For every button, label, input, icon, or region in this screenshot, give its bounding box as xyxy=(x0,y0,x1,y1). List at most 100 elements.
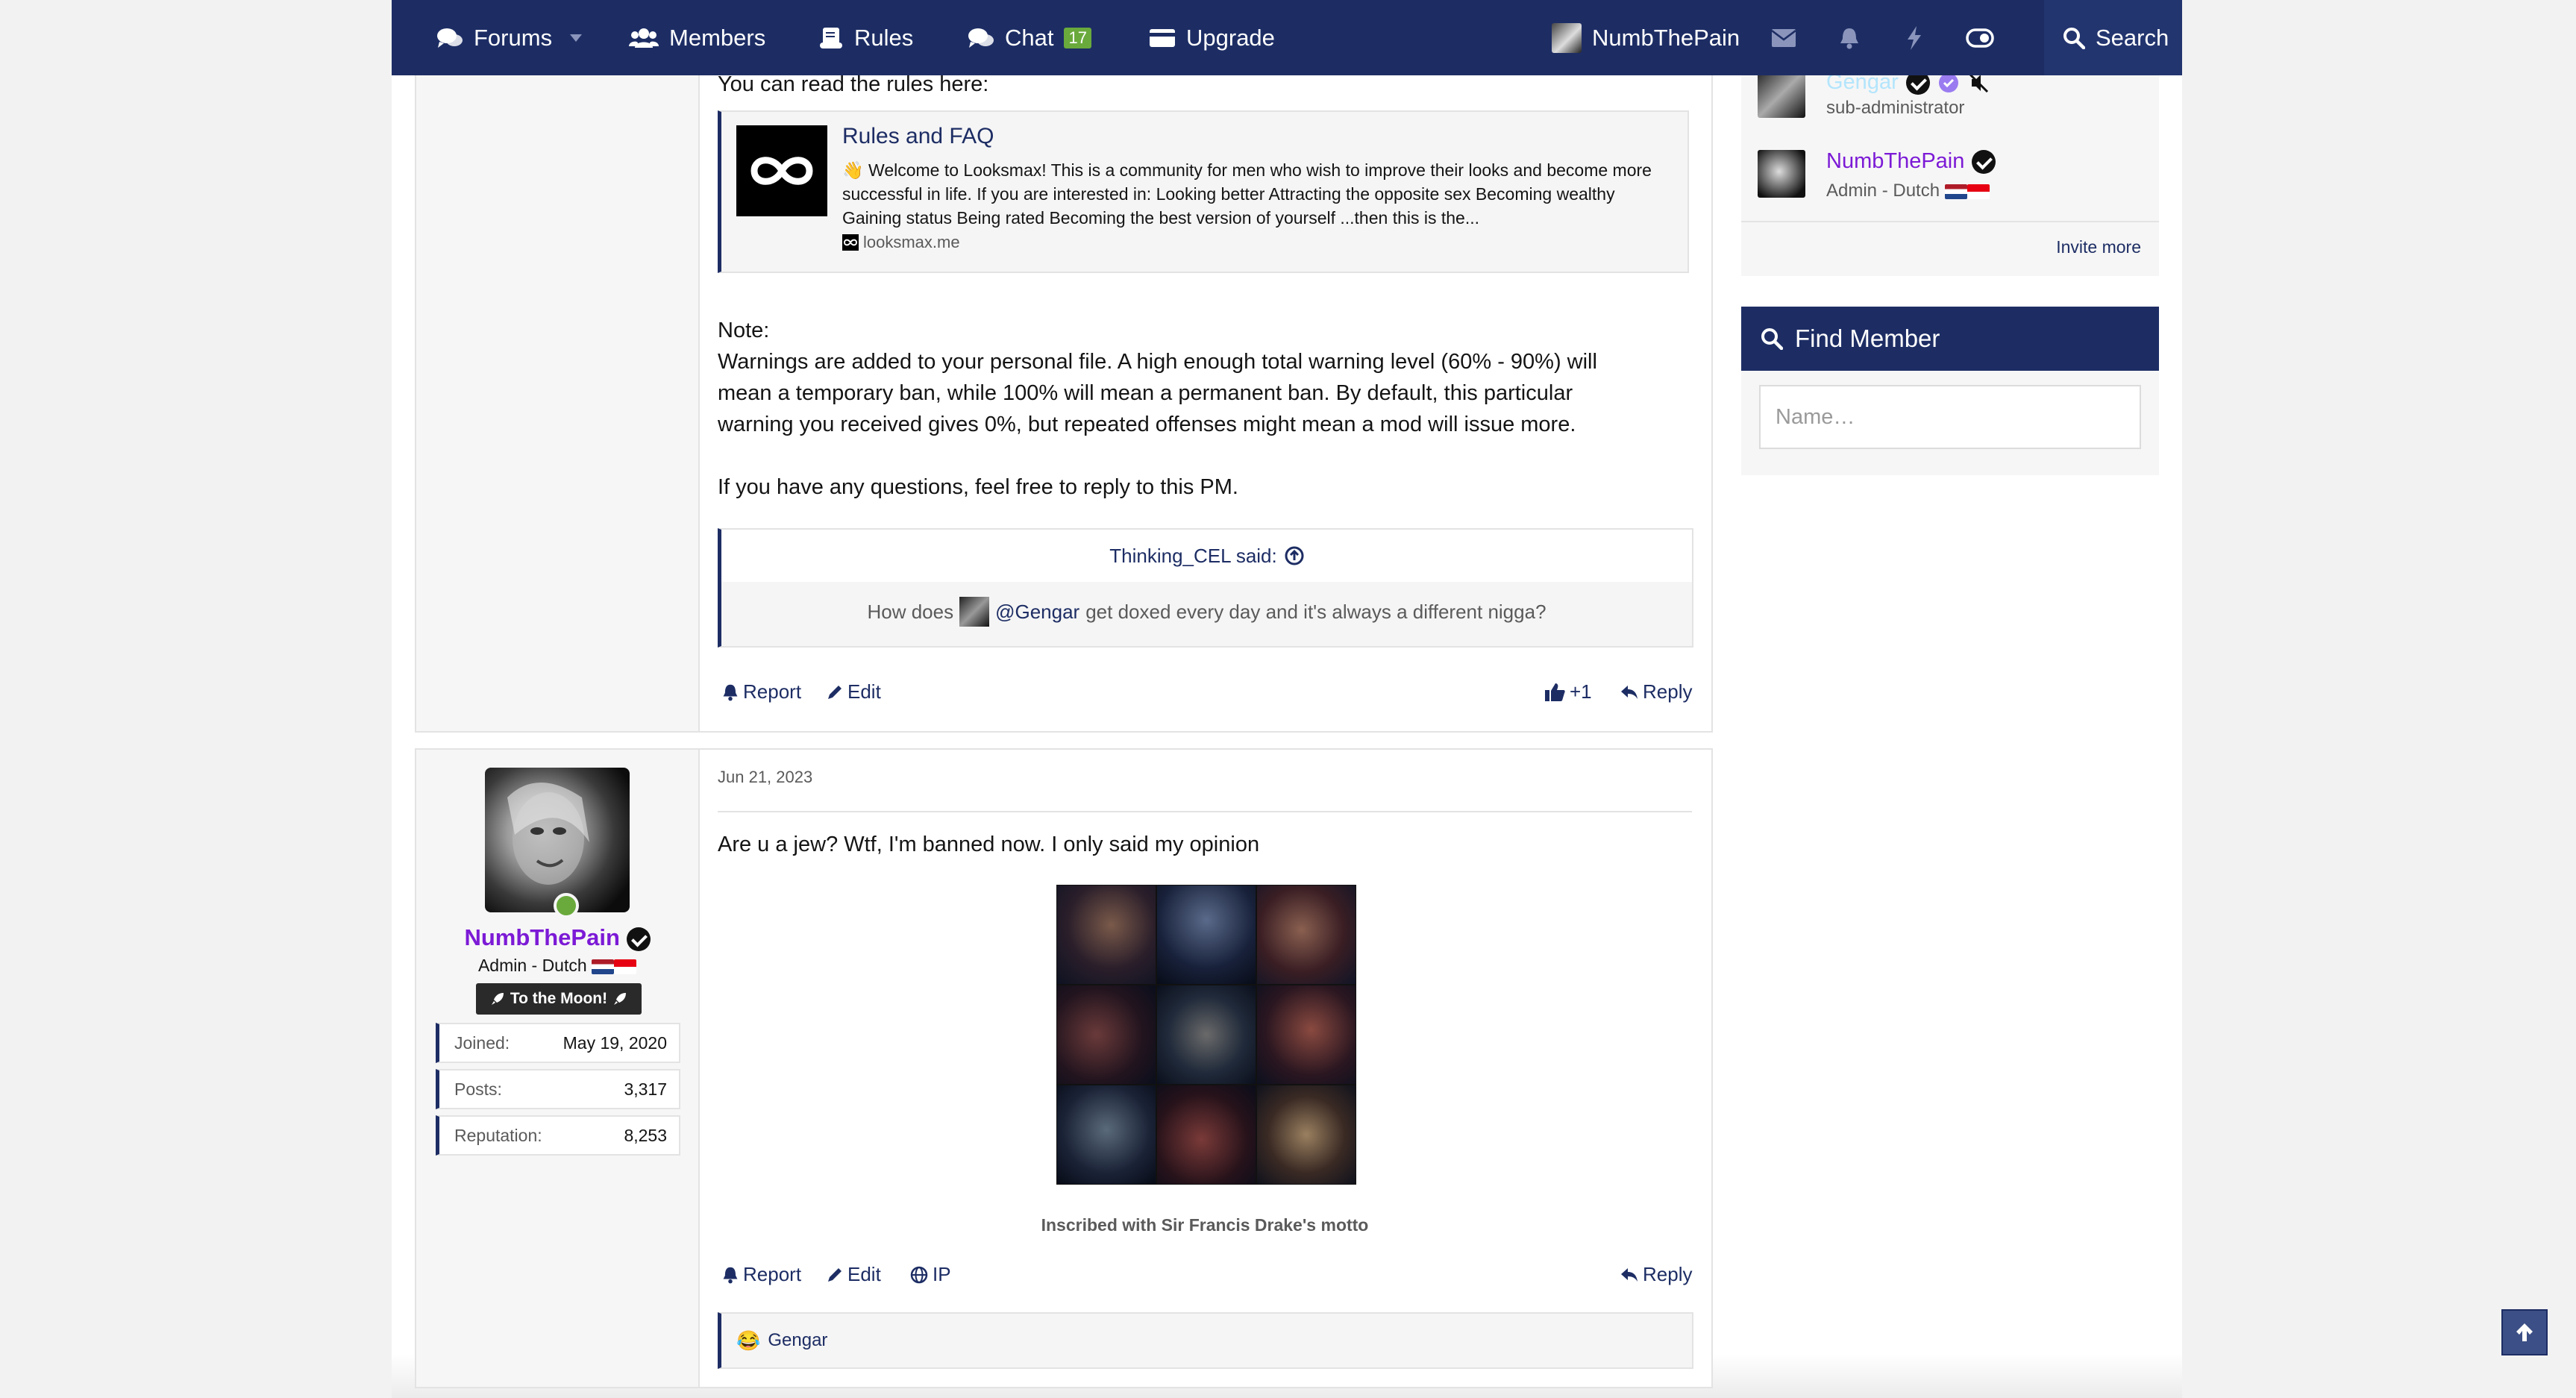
search-icon xyxy=(1761,328,1783,350)
arrow-up-circle-icon xyxy=(1285,546,1304,565)
post-1: You can read the rules here: Rules and F… xyxy=(415,45,1713,733)
dutch-flag-icon xyxy=(592,959,615,974)
nav-forums[interactable]: Forums xyxy=(436,0,552,75)
sidebar-staff-online: Gengar sub-administrator NumbThePain Adm… xyxy=(1741,63,2159,276)
staff-numbthepain-row: NumbThePain xyxy=(1826,149,1996,174)
rocket-icon xyxy=(614,993,627,1005)
edit-label: Edit xyxy=(847,680,881,703)
rocket-icon xyxy=(491,993,504,1005)
stat-posts-label: Posts: xyxy=(454,1079,502,1099)
nav-inbox[interactable] xyxy=(1772,0,1796,75)
nav-members-label: Members xyxy=(669,24,766,51)
reaction-user[interactable]: Gengar xyxy=(768,1330,827,1351)
pencil-icon xyxy=(828,685,842,699)
collage-tile xyxy=(1056,885,1156,985)
collage-tile xyxy=(1256,985,1356,1085)
stat-joined-value: May 19, 2020 xyxy=(562,1032,667,1053)
post-date[interactable]: Jun 21, 2023 xyxy=(718,768,812,787)
nav-members[interactable]: Members xyxy=(629,0,765,75)
stat-joined: Joined: May 19, 2020 xyxy=(436,1023,680,1063)
rules-embed[interactable]: Rules and FAQ 👋 Welcome to Looksmax! Thi… xyxy=(718,110,1689,273)
embed-description: 👋 Welcome to Looksmax! This is a communi… xyxy=(842,158,1678,230)
nav-alerts[interactable] xyxy=(1839,0,1860,75)
nav-toggle-style[interactable] xyxy=(1966,0,1994,75)
collage-tile xyxy=(1056,1085,1156,1185)
looksmax-logo-icon xyxy=(736,125,827,216)
nav-rules-label: Rules xyxy=(854,24,914,51)
note-line-2: mean a temporary ban, while 100% will me… xyxy=(718,381,1573,405)
post-2-ip-button[interactable]: IP xyxy=(910,1263,951,1286)
search-icon xyxy=(2063,27,2085,49)
collage-image[interactable] xyxy=(1056,885,1356,1185)
nav-chat-label: Chat xyxy=(1005,24,1054,51)
stat-posts-value: 3,317 xyxy=(624,1079,667,1099)
staff-avatar-gengar[interactable] xyxy=(1758,70,1805,118)
nav-search[interactable]: Search xyxy=(2044,0,2182,75)
bell-icon xyxy=(723,684,738,700)
nav-forums-dropdown[interactable] xyxy=(569,0,583,75)
nav-account[interactable]: NumbThePain xyxy=(1552,0,1740,75)
embed-source: looksmax.me xyxy=(842,233,960,252)
online-status-indicator xyxy=(554,893,579,918)
nav-forums-label: Forums xyxy=(474,24,553,51)
indonesian-flag-icon xyxy=(1967,184,1990,199)
stat-reputation-label: Reputation: xyxy=(454,1125,542,1145)
embed-title[interactable]: Rules and FAQ xyxy=(842,124,994,149)
post-header-divider xyxy=(718,811,1692,812)
user-avatar[interactable] xyxy=(485,768,630,912)
quote-text: How does @Gengar get doxed every day and… xyxy=(721,597,1692,627)
post-2-reply-button[interactable]: Reply xyxy=(1620,1263,1692,1286)
stat-reputation-value: 8,253 xyxy=(624,1125,667,1145)
collage-tile xyxy=(1156,1085,1256,1185)
collage-tile xyxy=(1156,885,1256,985)
quote-block: Thinking_CEL said: How does @Gengar get … xyxy=(718,528,1693,648)
user-title-row: Admin - Dutch xyxy=(416,956,698,976)
user-title: Admin - Dutch xyxy=(477,956,587,975)
report-label: Report xyxy=(743,1263,802,1285)
site-favicon-icon xyxy=(842,234,859,251)
bell-icon xyxy=(1840,28,1858,48)
globe-icon xyxy=(910,1266,928,1283)
nav-upgrade[interactable]: Upgrade xyxy=(1149,0,1275,75)
nav-rules[interactable]: Rules xyxy=(818,0,913,75)
scroll-to-top-button[interactable] xyxy=(2501,1309,2548,1355)
reactions-bar: 😂 Gengar xyxy=(718,1312,1693,1369)
bell-icon xyxy=(723,1267,738,1283)
nav-avatar xyxy=(1552,22,1582,53)
quote-header[interactable]: Thinking_CEL said: xyxy=(721,530,1692,582)
collage-tile xyxy=(1256,885,1356,985)
caret-down-icon xyxy=(570,34,582,42)
ip-label: IP xyxy=(933,1263,951,1285)
post-1-edit-button[interactable]: Edit xyxy=(827,680,881,703)
mention-gengar[interactable]: @Gengar xyxy=(995,601,1079,624)
staff-avatar-numbthepain[interactable] xyxy=(1758,150,1805,198)
reply-label: Reply xyxy=(1643,680,1693,703)
wave-emoji-icon: 👋 xyxy=(842,160,864,180)
post-1-like-button[interactable]: +1 xyxy=(1544,680,1592,703)
post-1-reply-button[interactable]: Reply xyxy=(1620,680,1692,703)
verified-badge-icon xyxy=(626,927,651,951)
nav-whats-new[interactable] xyxy=(1906,0,1922,75)
verified-badge-icon xyxy=(1972,149,1996,174)
dutch-flag-icon xyxy=(1944,184,1967,199)
user-name[interactable]: NumbThePain xyxy=(464,924,619,950)
invite-more-link[interactable]: Invite more xyxy=(2056,237,2141,257)
find-member-title: Find Member xyxy=(1795,325,1940,352)
note-line-3: warning you received gives 0%, but repea… xyxy=(718,413,1576,436)
nav-chat[interactable]: Chat 17 xyxy=(968,0,1091,75)
indonesian-flag-icon xyxy=(614,959,637,974)
find-member-header: Find Member xyxy=(1741,307,2159,371)
nav-search-label: Search xyxy=(2096,24,2169,51)
like-count: +1 xyxy=(1570,680,1592,703)
staff-name-numbthepain[interactable]: NumbThePain xyxy=(1826,149,1964,174)
post-2-report-button[interactable]: Report xyxy=(722,1263,801,1286)
note-line-1: Warnings are added to your personal file… xyxy=(718,350,1597,374)
member-name-input[interactable] xyxy=(1759,385,2141,449)
post-1-report-button[interactable]: Report xyxy=(722,680,801,703)
collage-grid xyxy=(1056,885,1356,1185)
users-icon xyxy=(629,28,659,48)
pencil-icon xyxy=(828,1267,842,1282)
avatar-portrait-icon xyxy=(507,783,589,885)
post-2-edit-button[interactable]: Edit xyxy=(827,1263,881,1286)
collage-tile xyxy=(1256,1085,1356,1185)
